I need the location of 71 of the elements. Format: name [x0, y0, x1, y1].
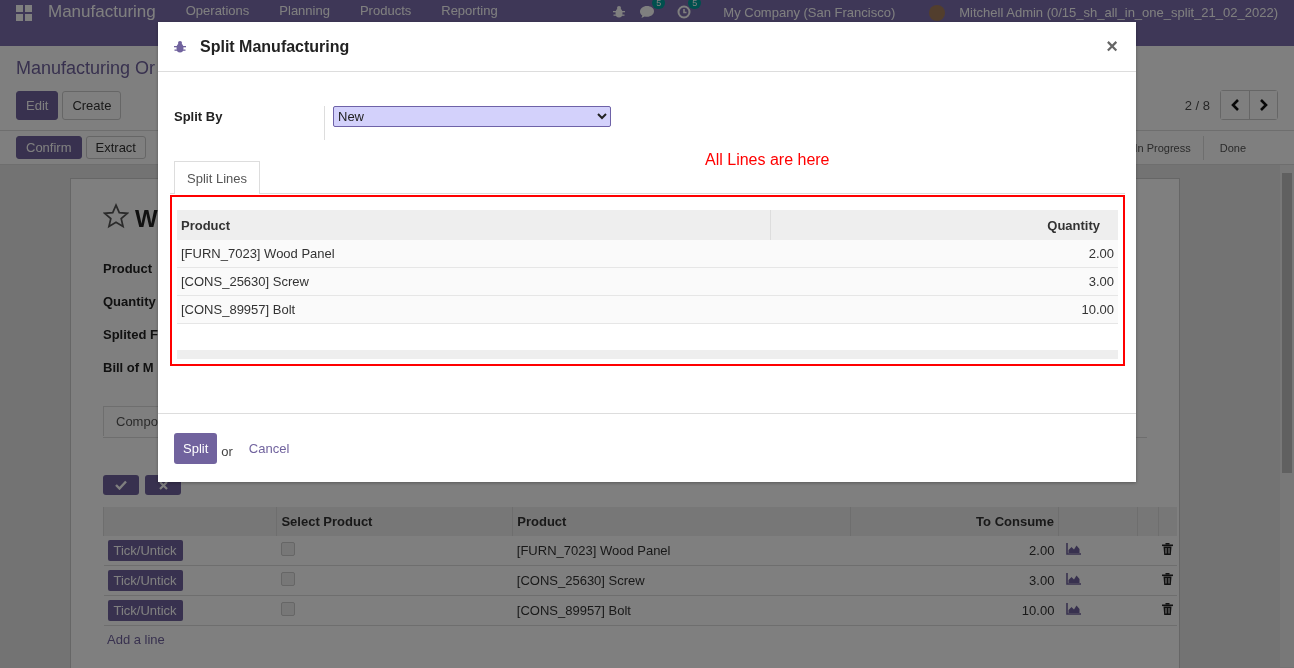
- chevron-left-icon: [1230, 99, 1240, 111]
- checkbox[interactable]: [280, 542, 295, 556]
- app-name[interactable]: Manufacturing: [48, 3, 156, 21]
- tick-untick-button[interactable]: Tick/Untick: [107, 600, 183, 621]
- area-chart-icon[interactable]: [1066, 543, 1082, 555]
- table-cell: [CONS_25630] Screw: [516, 573, 645, 588]
- column-header: Quantity: [1047, 217, 1100, 233]
- table-cell: 10.00: [1081, 302, 1114, 317]
- secondary-button[interactable]: Extract: [85, 136, 146, 159]
- count-badge: 5: [652, 0, 666, 9]
- chevron-right-icon: [1258, 99, 1269, 111]
- table-cell: [CONS_89957] Bolt: [516, 603, 631, 618]
- column-header: Select Product: [281, 514, 373, 529]
- column-header: To Consume: [976, 514, 1054, 529]
- dialog-tab[interactable]: Split Lines: [174, 161, 260, 194]
- field-label: Quantity: [103, 294, 156, 310]
- split-button[interactable]: Split: [174, 432, 218, 464]
- table-cell: [CONS_89957] Bolt: [181, 302, 296, 317]
- menu-item[interactable]: Reporting: [441, 3, 498, 18]
- secondary-button[interactable]: Create: [62, 90, 122, 120]
- activity-icon[interactable]: [677, 5, 692, 19]
- primary-button[interactable]: Edit: [16, 90, 59, 120]
- trash-icon[interactable]: [1162, 543, 1173, 555]
- checkbox[interactable]: [280, 572, 295, 586]
- table-cell: 2.00: [1088, 246, 1114, 261]
- apps-icon[interactable]: [16, 5, 32, 21]
- table-cell: [FURN_7023] Wood Panel: [516, 543, 671, 558]
- star-icon[interactable]: [103, 203, 129, 229]
- split-by-select[interactable]: New: [333, 106, 611, 127]
- dialog-title: Split Manufacturing: [200, 37, 350, 56]
- field-label: Splited F: [103, 327, 158, 343]
- scrollbar[interactable]: [1280, 165, 1294, 667]
- menu-item[interactable]: Planning: [279, 3, 330, 18]
- pager-value: 2 / 8: [1184, 97, 1210, 113]
- record-title: W: [135, 205, 158, 233]
- cancel-link[interactable]: Cancel: [248, 440, 290, 456]
- table-cell: [CONS_25630] Screw: [181, 274, 309, 289]
- table-cell: 2.00: [1029, 543, 1055, 558]
- separator-text: or: [221, 443, 233, 459]
- close-button[interactable]: ×: [1104, 35, 1120, 58]
- bug-icon[interactable]: [613, 5, 626, 18]
- menu-item[interactable]: Operations: [185, 3, 250, 18]
- add-line-link[interactable]: Add a line: [103, 626, 169, 653]
- table-cell: 3.00: [1029, 573, 1055, 588]
- field-label: Split By: [174, 108, 224, 124]
- table-cell: 10.00: [1021, 603, 1055, 618]
- area-chart-icon[interactable]: [1066, 603, 1082, 615]
- company-switcher[interactable]: My Company (San Francisco): [723, 5, 896, 20]
- user-menu[interactable]: Mitchell Admin (0/15_sh_all_in_one_split_21_02_2022): [959, 5, 1278, 20]
- menu-item[interactable]: Products: [359, 3, 412, 18]
- field-label: Product: [103, 261, 153, 277]
- annotation-text: All Lines are here: [705, 151, 830, 169]
- chat-icon[interactable]: [639, 5, 656, 19]
- checkbox[interactable]: [280, 602, 295, 616]
- tick-untick-button[interactable]: Tick/Untick: [107, 570, 183, 591]
- column-header: Product: [181, 217, 231, 233]
- tick-untick-button[interactable]: Tick/Untick: [107, 540, 183, 561]
- column-header: Product: [517, 514, 567, 529]
- count-badge: 5: [688, 0, 702, 9]
- trash-icon[interactable]: [1162, 573, 1173, 585]
- trash-icon[interactable]: [1162, 603, 1173, 615]
- next-button[interactable]: [1249, 91, 1277, 119]
- area-chart-icon[interactable]: [1066, 573, 1082, 585]
- primary-button[interactable]: Confirm: [16, 136, 82, 159]
- table-cell: [FURN_7023] Wood Panel: [181, 246, 335, 261]
- bug-icon[interactable]: [174, 40, 186, 53]
- field-label: Bill of M: [103, 360, 154, 376]
- tick-all-button[interactable]: [103, 475, 139, 495]
- status-stage[interactable]: Done: [1202, 135, 1258, 160]
- table-cell: 3.00: [1088, 274, 1114, 289]
- check-icon: [115, 480, 127, 490]
